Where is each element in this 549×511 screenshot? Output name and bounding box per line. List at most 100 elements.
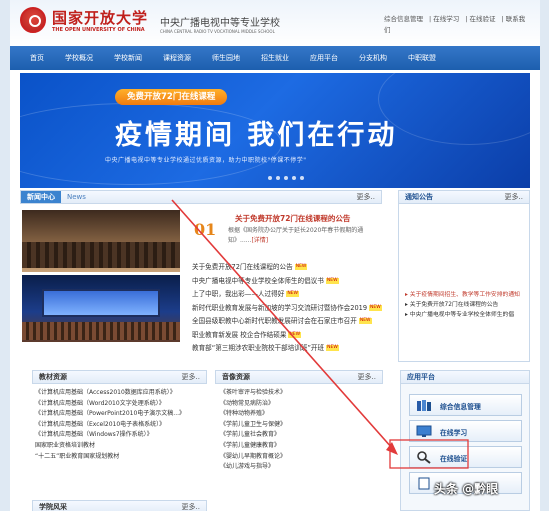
- magnifier-icon: [417, 451, 431, 464]
- news-list: 关于免费开放72门在线课程的公告 NEW 中央广播电视中等专业学校全体师生的倡议书…: [192, 261, 384, 356]
- resource-item[interactable]: 国家职业资格培训教材: [35, 441, 210, 452]
- news-item[interactable]: 上了中职，我出彩——人过得好 NEW: [192, 288, 384, 302]
- av-item[interactable]: 《学前儿童健康教育》: [220, 441, 380, 452]
- new-badge: NEW: [369, 304, 382, 311]
- platform-label: 综合信息管理: [440, 403, 481, 411]
- learning-header: 学院风采 更多..: [32, 500, 207, 511]
- platform-title: 应用平台: [407, 373, 435, 381]
- resources-title: 教材资源: [39, 373, 67, 381]
- top-link-info-mgmt[interactable]: 综合信息管理: [384, 15, 423, 23]
- av-header: 音像资源 更多..: [215, 370, 383, 384]
- banner-dots: [268, 176, 304, 180]
- news-item[interactable]: 全国县级职教中心新时代职教发展研讨会在石家庄市召开 NEW: [192, 315, 384, 329]
- resource-item[interactable]: 《计算机应用基础（PowerPoint2010电子演示文稿...》: [35, 409, 210, 420]
- main-nav: 首页 学校概况 学校新闻 课程资源 师生园地 招生就业 应用平台 分支机构 中职…: [10, 46, 540, 70]
- nav-home[interactable]: 首页: [10, 53, 55, 63]
- av-item[interactable]: 《学前儿童社会教育》: [220, 430, 380, 441]
- banner-subtitle: 中央广播电视中等专业学校通过优质资源，助力中职院校"停课不停学": [105, 157, 307, 164]
- featured-detail-link[interactable]: [详情]: [251, 237, 268, 244]
- hero-banner[interactable]: 免费开放72门在线课程 疫情期间 我们在行动 中央广播电视中等专业学校通过优质资…: [20, 73, 530, 188]
- resource-item[interactable]: 《计算机应用基础（Access2010数据库应用系统）》: [35, 388, 210, 399]
- nav-courses[interactable]: 课程资源: [153, 53, 202, 63]
- new-badge: NEW: [286, 291, 299, 297]
- banner-title: 疫情期间 我们在行动: [115, 120, 398, 151]
- notice-title: 通知公告: [405, 193, 433, 201]
- notice-header: 通知公告 更多..: [398, 190, 530, 204]
- notice-item[interactable]: ▸ 中央广播电视中等专业学校全体师生的倡: [405, 310, 524, 320]
- av-item[interactable]: 《茶叶审评与检验技术》: [220, 388, 380, 399]
- top-links: 综合信息管理 | 在线学习 | 在线验证 | 联系我们: [384, 15, 526, 34]
- brand-name-en: THE OPEN UNIVERSITY OF CHINA: [52, 27, 145, 33]
- platform-label: 在线验证: [440, 455, 468, 463]
- learning-title: 学院风采: [39, 503, 67, 511]
- banner-dot[interactable]: [268, 176, 272, 180]
- platform-online-learning-button[interactable]: 在线学习: [409, 420, 522, 442]
- resource-item[interactable]: 《计算机应用基础（Word2010文字处理系统）》: [35, 399, 210, 410]
- learning-more-link[interactable]: 更多..: [182, 501, 200, 511]
- resource-item[interactable]: 《计算机应用基础（Excel2010电子表格系统）》: [35, 420, 210, 431]
- books-icon: [417, 400, 431, 411]
- news-more-link[interactable]: 更多..: [357, 191, 375, 203]
- news-item[interactable]: 教育部“第三期涉农职业院校干部培训班”开班 NEW: [192, 342, 384, 356]
- av-item[interactable]: 《婴幼儿早期教育概论》: [220, 452, 380, 463]
- news-item[interactable]: 中央广播电视中等专业学校全体师生的倡议书 NEW: [192, 275, 384, 289]
- monitor-icon: [416, 425, 432, 437]
- news-title: 新闻中心: [21, 191, 61, 203]
- notice-list: ▸ 关于疫情期间招生、教学等工作安排的通知 ▸ 关于免费开放72门在线课程的公告…: [398, 204, 530, 362]
- news-item[interactable]: 职业教育新发展 校企合作结硕果 NEW: [192, 329, 384, 343]
- resources-list: 《计算机应用基础（Access2010数据库应用系统）》 《计算机应用基础（Wo…: [35, 388, 210, 462]
- platform-online-verify-button[interactable]: 在线验证: [409, 446, 522, 468]
- platform-info-mgmt-button[interactable]: 综合信息管理: [409, 394, 522, 416]
- nav-platform[interactable]: 应用平台: [300, 53, 349, 63]
- new-badge: NEW: [358, 318, 372, 324]
- av-list: 《茶叶审评与检验技术》 《动物常见病防治》 《特种动物养殖》 《学前儿童卫生与保…: [220, 388, 380, 473]
- news-photo-conference[interactable]: [22, 210, 180, 272]
- av-item[interactable]: 《学前儿童卫生与保健》: [220, 420, 380, 431]
- news-header: 新闻中心 News 更多..: [20, 190, 382, 204]
- av-item[interactable]: 《幼儿游戏与指导》: [220, 462, 380, 473]
- resources-header: 教材资源 更多..: [32, 370, 207, 384]
- notice-item[interactable]: ▸ 关于免费开放72门在线课程的公告: [405, 300, 524, 310]
- av-title: 音像资源: [222, 373, 250, 381]
- watermark: 头条 @黔眼: [434, 482, 499, 496]
- featured-date: 01: [194, 220, 217, 239]
- platform-label: 在线学习: [440, 429, 468, 437]
- nav-branches[interactable]: 分支机构: [349, 53, 398, 63]
- featured-desc: 根据《国务院办公厅关于延长2020年春节假期的通知》......[详情]: [228, 226, 378, 246]
- notice-more-link[interactable]: 更多..: [505, 191, 523, 203]
- brand-name: 国家开放大学: [52, 9, 149, 27]
- news-item[interactable]: 关于免费开放72门在线课程的公告 NEW: [192, 261, 384, 275]
- resources-more-link[interactable]: 更多..: [182, 371, 200, 383]
- featured-title[interactable]: 关于免费开放72门在线课程的公告: [235, 213, 350, 224]
- top-link-online-verify[interactable]: 在线验证: [470, 15, 496, 23]
- nav-admissions[interactable]: 招生就业: [251, 53, 300, 63]
- new-badge: NEW: [294, 264, 308, 270]
- new-badge: NEW: [325, 277, 339, 284]
- new-badge: NEW: [288, 331, 302, 338]
- av-item[interactable]: 《特种动物养殖》: [220, 409, 380, 420]
- nav-about[interactable]: 学校概况: [55, 53, 104, 63]
- banner-pill: 免费开放72门在线课程: [115, 89, 228, 105]
- site-header: 国家开放大学 THE OPEN UNIVERSITY OF CHINA 中央广播…: [10, 0, 540, 46]
- resource-item[interactable]: 《计算机应用基础（Windows7操作系统）》: [35, 430, 210, 441]
- news-photo-stage[interactable]: [22, 275, 180, 342]
- nav-news[interactable]: 学校新闻: [104, 53, 153, 63]
- university-logo-icon[interactable]: [20, 7, 46, 33]
- nav-alliance[interactable]: 中职联盟: [398, 53, 447, 63]
- banner-dot[interactable]: [276, 176, 280, 180]
- document-icon: [418, 477, 430, 490]
- av-item[interactable]: 《动物常见病防治》: [220, 399, 380, 410]
- nav-campus[interactable]: 师生园地: [202, 53, 251, 63]
- news-title-en: News: [67, 193, 86, 201]
- banner-dot[interactable]: [292, 176, 296, 180]
- notice-item[interactable]: ▸ 关于疫情期间招生、教学等工作安排的通知: [405, 290, 524, 300]
- banner-dot[interactable]: [300, 176, 304, 180]
- school-name-en: CHINA CENTRAL RADIO TV VOCATIONAL MIDDLE…: [160, 29, 275, 34]
- news-item[interactable]: 新时代职业教育发展与新加坡的学习交流研讨暨协作会2019 NEW: [192, 302, 384, 316]
- top-link-online-learning[interactable]: 在线学习: [433, 15, 459, 23]
- new-badge: NEW: [326, 345, 339, 351]
- av-more-link[interactable]: 更多..: [358, 371, 376, 383]
- resource-item[interactable]: “十二五”职业教育国家规划教材: [35, 452, 210, 463]
- banner-dot[interactable]: [284, 176, 288, 180]
- page: 国家开放大学 THE OPEN UNIVERSITY OF CHINA 中央广播…: [10, 0, 540, 511]
